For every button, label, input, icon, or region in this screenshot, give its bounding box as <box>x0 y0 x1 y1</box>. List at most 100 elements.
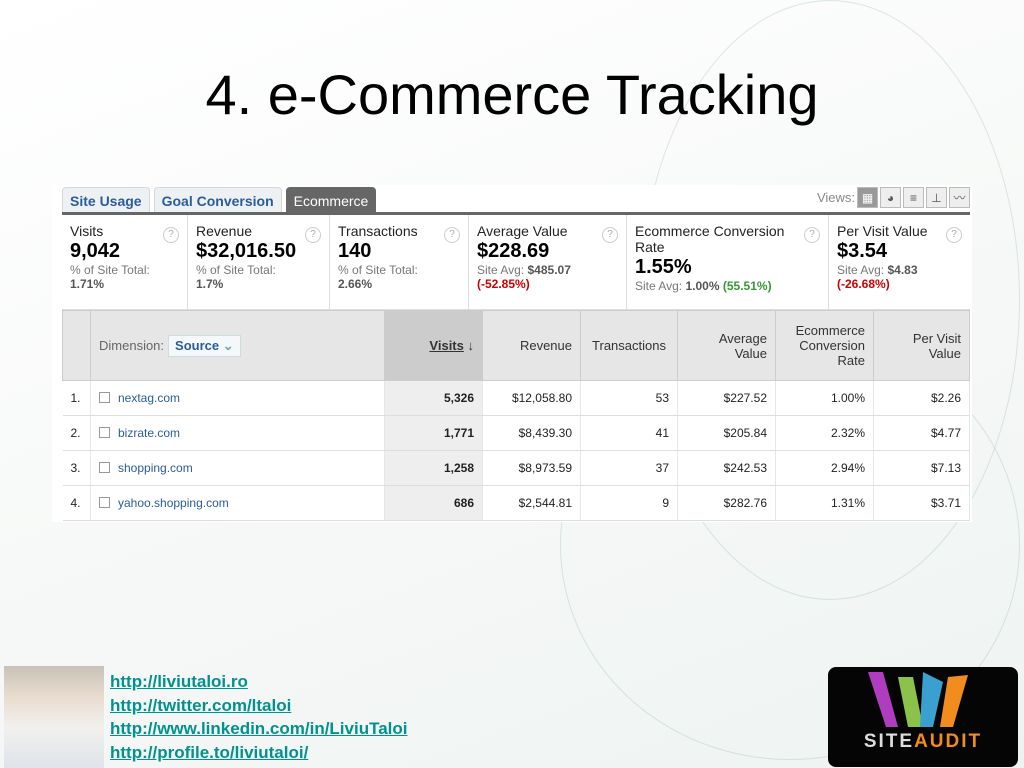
metric-sub: % of Site Total: <box>196 263 276 277</box>
metric-delta: (-52.85%) <box>477 277 530 291</box>
external-link-icon[interactable] <box>99 392 110 403</box>
help-icon[interactable]: ? <box>444 227 460 243</box>
cell-visits: 1,771 <box>384 415 483 451</box>
cell-transactions: 9 <box>580 485 678 521</box>
link-twitter[interactable]: http://twitter.com/ltaloi <box>110 694 408 718</box>
dimension-value: Source <box>175 337 220 353</box>
metric-value: 9,042 <box>70 240 121 262</box>
metric-average-value: Average Value $228.69 Site Avg: $485.07 … <box>469 215 627 309</box>
external-link-icon[interactable] <box>99 462 110 473</box>
row-number: 1. <box>62 380 91 416</box>
source-link[interactable]: shopping.com <box>118 461 193 475</box>
metric-sub-value: $4.83 <box>887 263 918 277</box>
cell-average-value: $227.52 <box>677 380 776 416</box>
author-photo <box>4 666 104 768</box>
cell-visits: 686 <box>384 485 483 521</box>
external-link-icon[interactable] <box>99 497 110 508</box>
metric-sub-value: 1.7% <box>196 277 224 291</box>
source-link[interactable]: nextag.com <box>118 391 180 405</box>
metric-revenue: Revenue $32,016.50 % of Site Total: 1.7%… <box>188 215 330 309</box>
tab-ecommerce[interactable]: Ecommerce <box>285 187 377 213</box>
metric-sub-value: $485.07 <box>527 263 571 277</box>
link-website[interactable]: http://liviutaloi.ro <box>110 670 408 694</box>
cell-per-visit-value: $2.26 <box>873 380 970 416</box>
header-per-visit-value[interactable]: Per Visit Value <box>873 310 970 381</box>
cell-visits: 5,326 <box>384 380 483 416</box>
table-row: 3. shopping.com 1,258 $8,973.59 37 $242.… <box>62 450 970 486</box>
help-icon[interactable]: ? <box>602 227 618 243</box>
sort-down-icon: ↓ <box>467 338 475 353</box>
external-link-icon[interactable] <box>99 427 110 438</box>
data-table: Dimension: Source ⌄ Visits ↓ Revenue Tran… <box>62 310 970 521</box>
metric-label: Average Value <box>477 223 568 239</box>
metric-sub: % of Site Total: <box>338 263 418 277</box>
logo-text-site: SITE <box>863 731 915 752</box>
metric-sub-value: 2.66% <box>338 277 373 291</box>
metrics-summary: Visits 9,042 % of Site Total: 1.71% ? Re… <box>62 215 970 310</box>
header-transactions[interactable]: Transactions <box>580 310 678 381</box>
cell-average-value: $242.53 <box>677 450 776 486</box>
dimension-label: Dimension: <box>99 337 165 353</box>
cell-conversion-rate: 1.31% <box>775 485 874 521</box>
metric-value: $3.54 <box>837 240 888 262</box>
metric-label: Per Visit Value <box>837 223 928 239</box>
cell-per-visit-value: $7.13 <box>873 450 970 486</box>
cell-per-visit-value: $4.77 <box>873 415 970 451</box>
header-conversion-rate[interactable]: Ecommerce Conversion Rate <box>775 310 874 381</box>
dimension-header: Dimension: Source ⌄ <box>90 310 385 381</box>
tab-site-usage[interactable]: Site Usage <box>62 187 150 213</box>
metric-sub: % of Site Total: <box>70 263 150 277</box>
metric-sub: Site Avg: <box>635 279 683 293</box>
metric-per-visit-value: Per Visit Value $3.54 Site Avg: $4.83 (-… <box>829 215 970 309</box>
row-number: 3. <box>62 450 91 486</box>
table-view-icon[interactable]: ▦ <box>857 187 878 208</box>
contact-links: http://liviutaloi.ro http://twitter.com/… <box>110 670 408 764</box>
report-tabs: Site Usage Goal Conversion Ecommerce <box>62 187 377 213</box>
cell-transactions: 53 <box>580 380 678 416</box>
source-link[interactable]: yahoo.shopping.com <box>118 496 229 510</box>
metric-sub: Site Avg: <box>477 263 525 277</box>
header-label: Visits <box>429 338 464 353</box>
cell-visits: 1,258 <box>384 450 483 486</box>
comparison-view-icon[interactable]: ⊥ <box>926 187 947 208</box>
table-row: 2. bizrate.com 1,771 $8,439.30 41 $205.8… <box>62 415 970 451</box>
cell-transactions: 41 <box>580 415 678 451</box>
row-number: 2. <box>62 415 91 451</box>
metric-value: $32,016.50 <box>196 240 297 262</box>
analytics-report: Site Usage Goal Conversion Ecommerce Vie… <box>52 185 972 522</box>
metric-value: 140 <box>338 240 372 262</box>
metric-delta: (-26.68%) <box>837 277 890 291</box>
metric-delta: (55.51%) <box>722 279 772 293</box>
row-number: 4. <box>62 485 91 521</box>
cell-revenue: $2,544.81 <box>482 485 581 521</box>
metric-sub: Site Avg: <box>837 263 885 277</box>
help-icon[interactable]: ? <box>163 227 179 243</box>
cell-revenue: $8,973.59 <box>482 450 581 486</box>
cell-per-visit-value: $3.71 <box>873 485 970 521</box>
trend-view-icon[interactable]: 〰 <box>949 187 970 208</box>
cell-transactions: 37 <box>580 450 678 486</box>
metric-value: 1.55% <box>635 256 692 278</box>
table-row: 4. yahoo.shopping.com 686 $2,544.81 9 $2… <box>62 485 970 521</box>
link-linkedin[interactable]: http://www.linkedin.com/in/LiviuTaloi <box>110 717 408 741</box>
logo-graphic <box>868 672 968 727</box>
metric-label: Ecommerce Conversion Rate <box>635 223 785 255</box>
cell-revenue: $8,439.30 <box>482 415 581 451</box>
cell-average-value: $282.76 <box>677 485 776 521</box>
source-link[interactable]: bizrate.com <box>118 426 180 440</box>
table-row: 1. nextag.com 5,326 $12,058.80 53 $227.5… <box>62 380 970 416</box>
slide-title: 4. e-Commerce Tracking <box>205 63 819 126</box>
pie-view-icon[interactable]: ◕ <box>880 187 901 208</box>
help-icon[interactable]: ? <box>305 227 321 243</box>
dimension-select[interactable]: Source ⌄ <box>168 334 241 357</box>
link-profile[interactable]: http://profile.to/liviutaloi/ <box>110 741 408 765</box>
tab-goal-conversion[interactable]: Goal Conversion <box>153 187 282 213</box>
help-icon[interactable]: ? <box>804 227 820 243</box>
header-revenue[interactable]: Revenue <box>482 310 581 381</box>
help-icon[interactable]: ? <box>946 227 962 243</box>
bar-view-icon[interactable]: ≡ <box>903 187 924 208</box>
header-average-value[interactable]: Average Value <box>677 310 776 381</box>
header-visits[interactable]: Visits ↓ <box>384 310 483 381</box>
cell-average-value: $205.84 <box>677 415 776 451</box>
views-label: Views: <box>816 190 855 205</box>
